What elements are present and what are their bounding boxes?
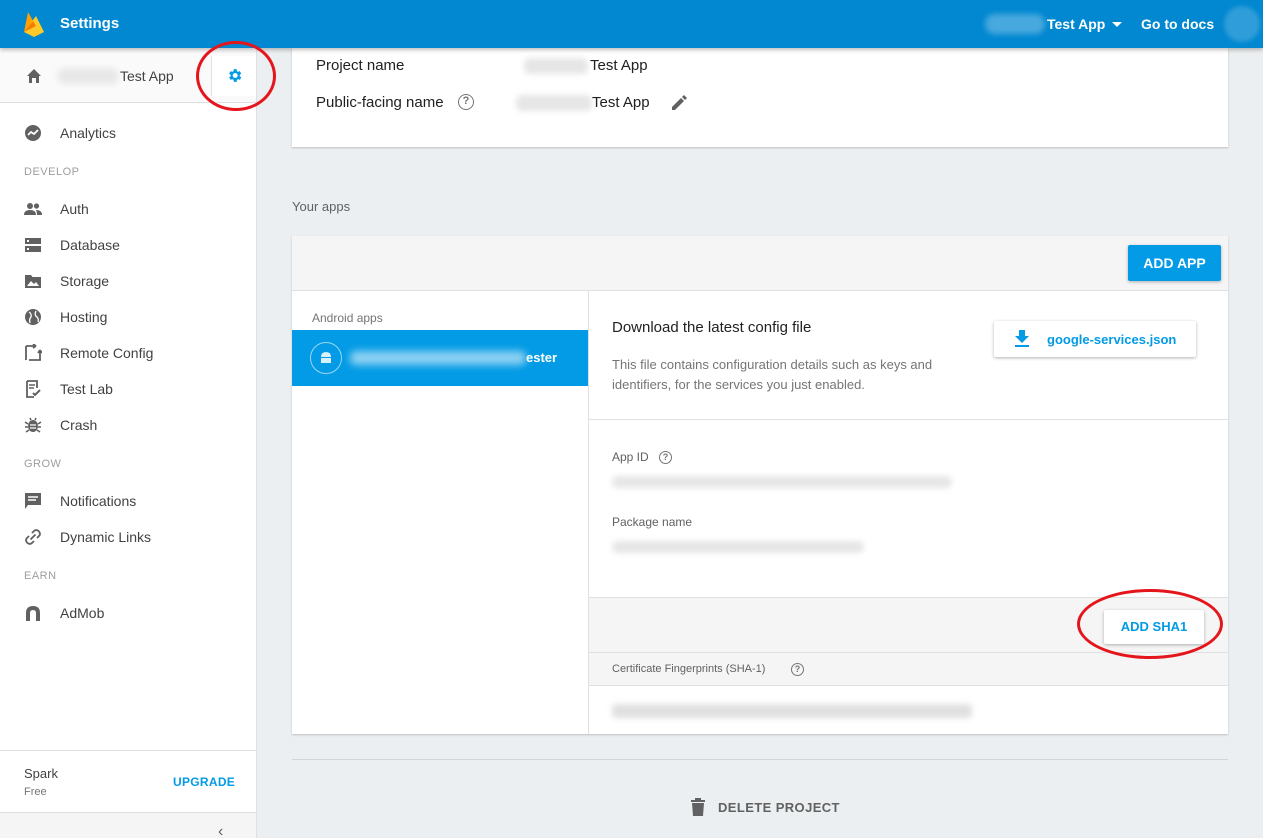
download-config-label: google-services.json — [1047, 332, 1177, 347]
apps-list: Android apps ester — [292, 291, 589, 734]
database-icon — [25, 238, 41, 252]
account-avatar[interactable] — [1224, 6, 1260, 42]
sidebar: Test App Analytics DEVELOP Auth Database… — [0, 48, 257, 838]
project-name-label: Project name — [316, 57, 405, 74]
message-icon — [25, 493, 41, 509]
project-info-card: Project name Test App Public-facing name… — [292, 48, 1228, 147]
app-list-item-selected[interactable]: ester — [292, 330, 588, 386]
sidebar-item-label: Storage — [60, 273, 110, 289]
checklist-icon — [26, 380, 41, 398]
sidebar-item-label: AdMob — [60, 605, 105, 621]
trash-icon — [691, 798, 705, 816]
redacted-project-prefix — [985, 14, 1045, 34]
collapse-sidebar-bar[interactable]: ‹ — [0, 812, 256, 838]
plan-footer: Spark Free UPGRADE — [0, 750, 256, 812]
project-name-value: Test App — [590, 57, 648, 74]
sidebar-item-storage[interactable]: Storage — [0, 263, 256, 299]
redacted-project-prefix — [524, 58, 588, 74]
home-icon[interactable] — [26, 68, 42, 84]
help-icon[interactable]: ? — [458, 94, 474, 110]
sidebar-item-label: Auth — [60, 201, 89, 217]
project-switcher[interactable]: Test App — [1047, 16, 1105, 32]
android-icon — [310, 342, 342, 374]
sidebar-item-admob[interactable]: AdMob — [0, 595, 256, 631]
firebase-logo-icon — [24, 12, 44, 37]
config-description: This file contains configuration details… — [612, 357, 933, 392]
delete-project-label: DELETE PROJECT — [718, 800, 840, 815]
analytics-icon — [25, 125, 41, 141]
public-name-label: Public-facing name — [316, 94, 444, 111]
remote-config-icon — [25, 344, 42, 361]
sidebar-item-label: Crash — [60, 417, 98, 433]
redacted-certificate — [612, 704, 972, 718]
sidebar-item-hosting[interactable]: Hosting — [0, 299, 256, 335]
sidebar-item-label: Notifications — [60, 493, 137, 509]
sidebar-item-label: Remote Config — [60, 345, 154, 361]
apps-card-header: ADD APP — [292, 236, 1228, 291]
redacted-app-id — [612, 476, 952, 488]
edit-pencil-icon[interactable] — [669, 93, 689, 113]
sidebar-item-label: Database — [60, 237, 120, 253]
plan-tier: Free — [24, 786, 47, 798]
section-grow: GROW — [24, 458, 62, 470]
redacted-project-prefix — [58, 68, 118, 84]
download-config-button[interactable]: google-services.json — [994, 321, 1196, 357]
add-app-button[interactable]: ADD APP — [1128, 245, 1221, 281]
app-identifiers: App ID ? Package name — [589, 420, 1228, 597]
redacted-app-name — [350, 351, 526, 365]
sidebar-item-database[interactable]: Database — [0, 227, 256, 263]
divider — [292, 759, 1228, 760]
plan-name: Spark — [24, 766, 58, 781]
help-icon[interactable]: ? — [791, 663, 804, 676]
globe-icon — [25, 309, 41, 325]
package-name-label: Package name — [612, 515, 693, 529]
config-title: Download the latest config file — [612, 319, 812, 336]
upgrade-button[interactable]: UPGRADE — [173, 775, 235, 789]
people-icon — [24, 203, 42, 215]
delete-project-button[interactable]: DELETE PROJECT — [690, 797, 840, 822]
sidebar-item-dynamic-links[interactable]: Dynamic Links — [0, 519, 256, 555]
sidebar-item-crash[interactable]: Crash — [0, 407, 256, 443]
redacted-package-name — [612, 541, 864, 553]
download-icon — [1015, 330, 1029, 347]
redacted-project-prefix — [516, 95, 592, 111]
section-develop: DEVELOP — [24, 166, 80, 178]
sidebar-item-label: Analytics — [60, 125, 117, 141]
apps-card: ADD APP Android apps ester Download the … — [292, 236, 1228, 734]
public-name-value: Test App — [592, 94, 650, 111]
chevron-left-icon[interactable]: ‹ — [218, 823, 223, 838]
annotation-circle — [196, 41, 276, 111]
go-to-docs-link[interactable]: Go to docs — [1141, 16, 1214, 32]
your-apps-heading: Your apps — [292, 199, 351, 214]
app-name: ester — [526, 350, 558, 365]
sidebar-item-remote-config[interactable]: Remote Config — [0, 335, 256, 371]
sidebar-item-label: Hosting — [60, 309, 108, 325]
admob-icon — [26, 606, 40, 621]
config-file-section: Download the latest config file This fil… — [589, 291, 1228, 420]
android-apps-label: Android apps — [312, 311, 383, 325]
sidebar-item-label: Dynamic Links — [60, 529, 152, 545]
sidebar-item-test-lab[interactable]: Test Lab — [0, 371, 256, 407]
annotation-circle — [1077, 589, 1223, 659]
sidebar-item-auth[interactable]: Auth — [0, 191, 256, 227]
chevron-down-icon[interactable] — [1112, 22, 1122, 27]
app-details: Download the latest config file This fil… — [589, 291, 1228, 734]
bug-icon — [24, 417, 42, 433]
sidebar-item-analytics[interactable]: Analytics — [0, 115, 256, 151]
cert-label: Certificate Fingerprints (SHA-1) — [612, 663, 766, 675]
link-icon — [25, 529, 41, 545]
project-overview-link[interactable]: Test App — [120, 68, 174, 84]
image-icon — [25, 275, 41, 288]
top-app-bar: Settings Test App Go to docs — [0, 0, 1263, 48]
page-title: Settings — [60, 15, 120, 32]
section-earn: EARN — [24, 570, 57, 582]
app-id-label: App ID — [612, 450, 649, 464]
sidebar-item-notifications[interactable]: Notifications — [0, 483, 256, 519]
sidebar-item-label: Test Lab — [60, 381, 113, 397]
help-icon[interactable]: ? — [659, 451, 672, 464]
